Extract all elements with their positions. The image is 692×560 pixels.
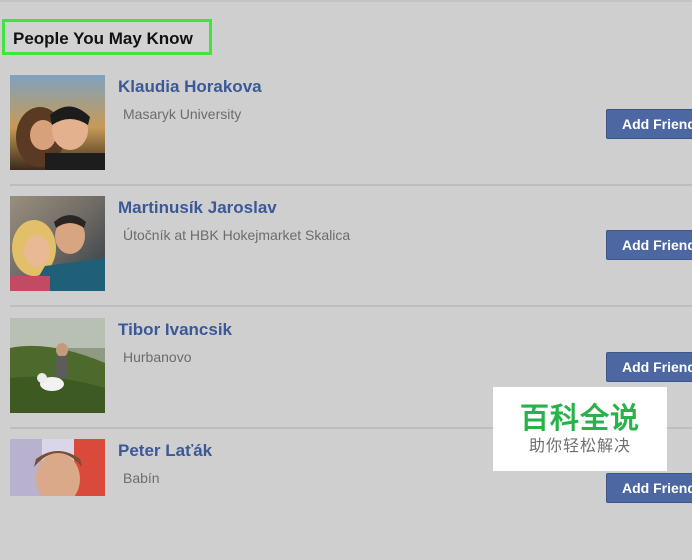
person-name-link[interactable]: Klaudia Horakova: [118, 77, 262, 97]
person-name-link[interactable]: Tibor Ivancsik: [118, 320, 232, 340]
person-row: Klaudia Horakova Masaryk University Add …: [0, 75, 692, 196]
person-detail: Útočník at HBK Hokejmarket Skalica: [123, 227, 351, 243]
row-divider: [10, 184, 692, 186]
person-detail: Masaryk University: [123, 106, 242, 122]
person-row: Martinusík Jaroslav Útočník at HBK Hokej…: [0, 196, 692, 317]
watermark-title: 百科全说: [519, 403, 640, 435]
watermark-subtitle: 助你轻松解决: [528, 438, 631, 455]
section-title: People You May Know: [13, 29, 193, 48]
row-divider: [10, 305, 692, 307]
person-name-link[interactable]: Martinusík Jaroslav: [118, 198, 277, 218]
profile-photo[interactable]: [10, 75, 105, 170]
add-friend-button[interactable]: Add Friend: [606, 230, 692, 260]
person-name-link[interactable]: Peter Laťák: [118, 441, 212, 461]
profile-photo[interactable]: [10, 196, 105, 291]
add-friend-button[interactable]: Add Friend: [606, 473, 692, 503]
person-detail: Hurbanovo: [123, 349, 192, 365]
profile-photo[interactable]: [10, 318, 105, 413]
section-header-highlight: People You May Know: [2, 19, 212, 55]
add-friend-button[interactable]: Add Friend: [606, 352, 692, 382]
profile-photo[interactable]: [10, 439, 105, 534]
top-divider: [0, 0, 692, 2]
watermark-logo: 百科全说 助你轻松解决: [493, 387, 667, 471]
add-friend-button[interactable]: Add Friend: [606, 109, 692, 139]
person-detail: Babín: [123, 470, 160, 486]
